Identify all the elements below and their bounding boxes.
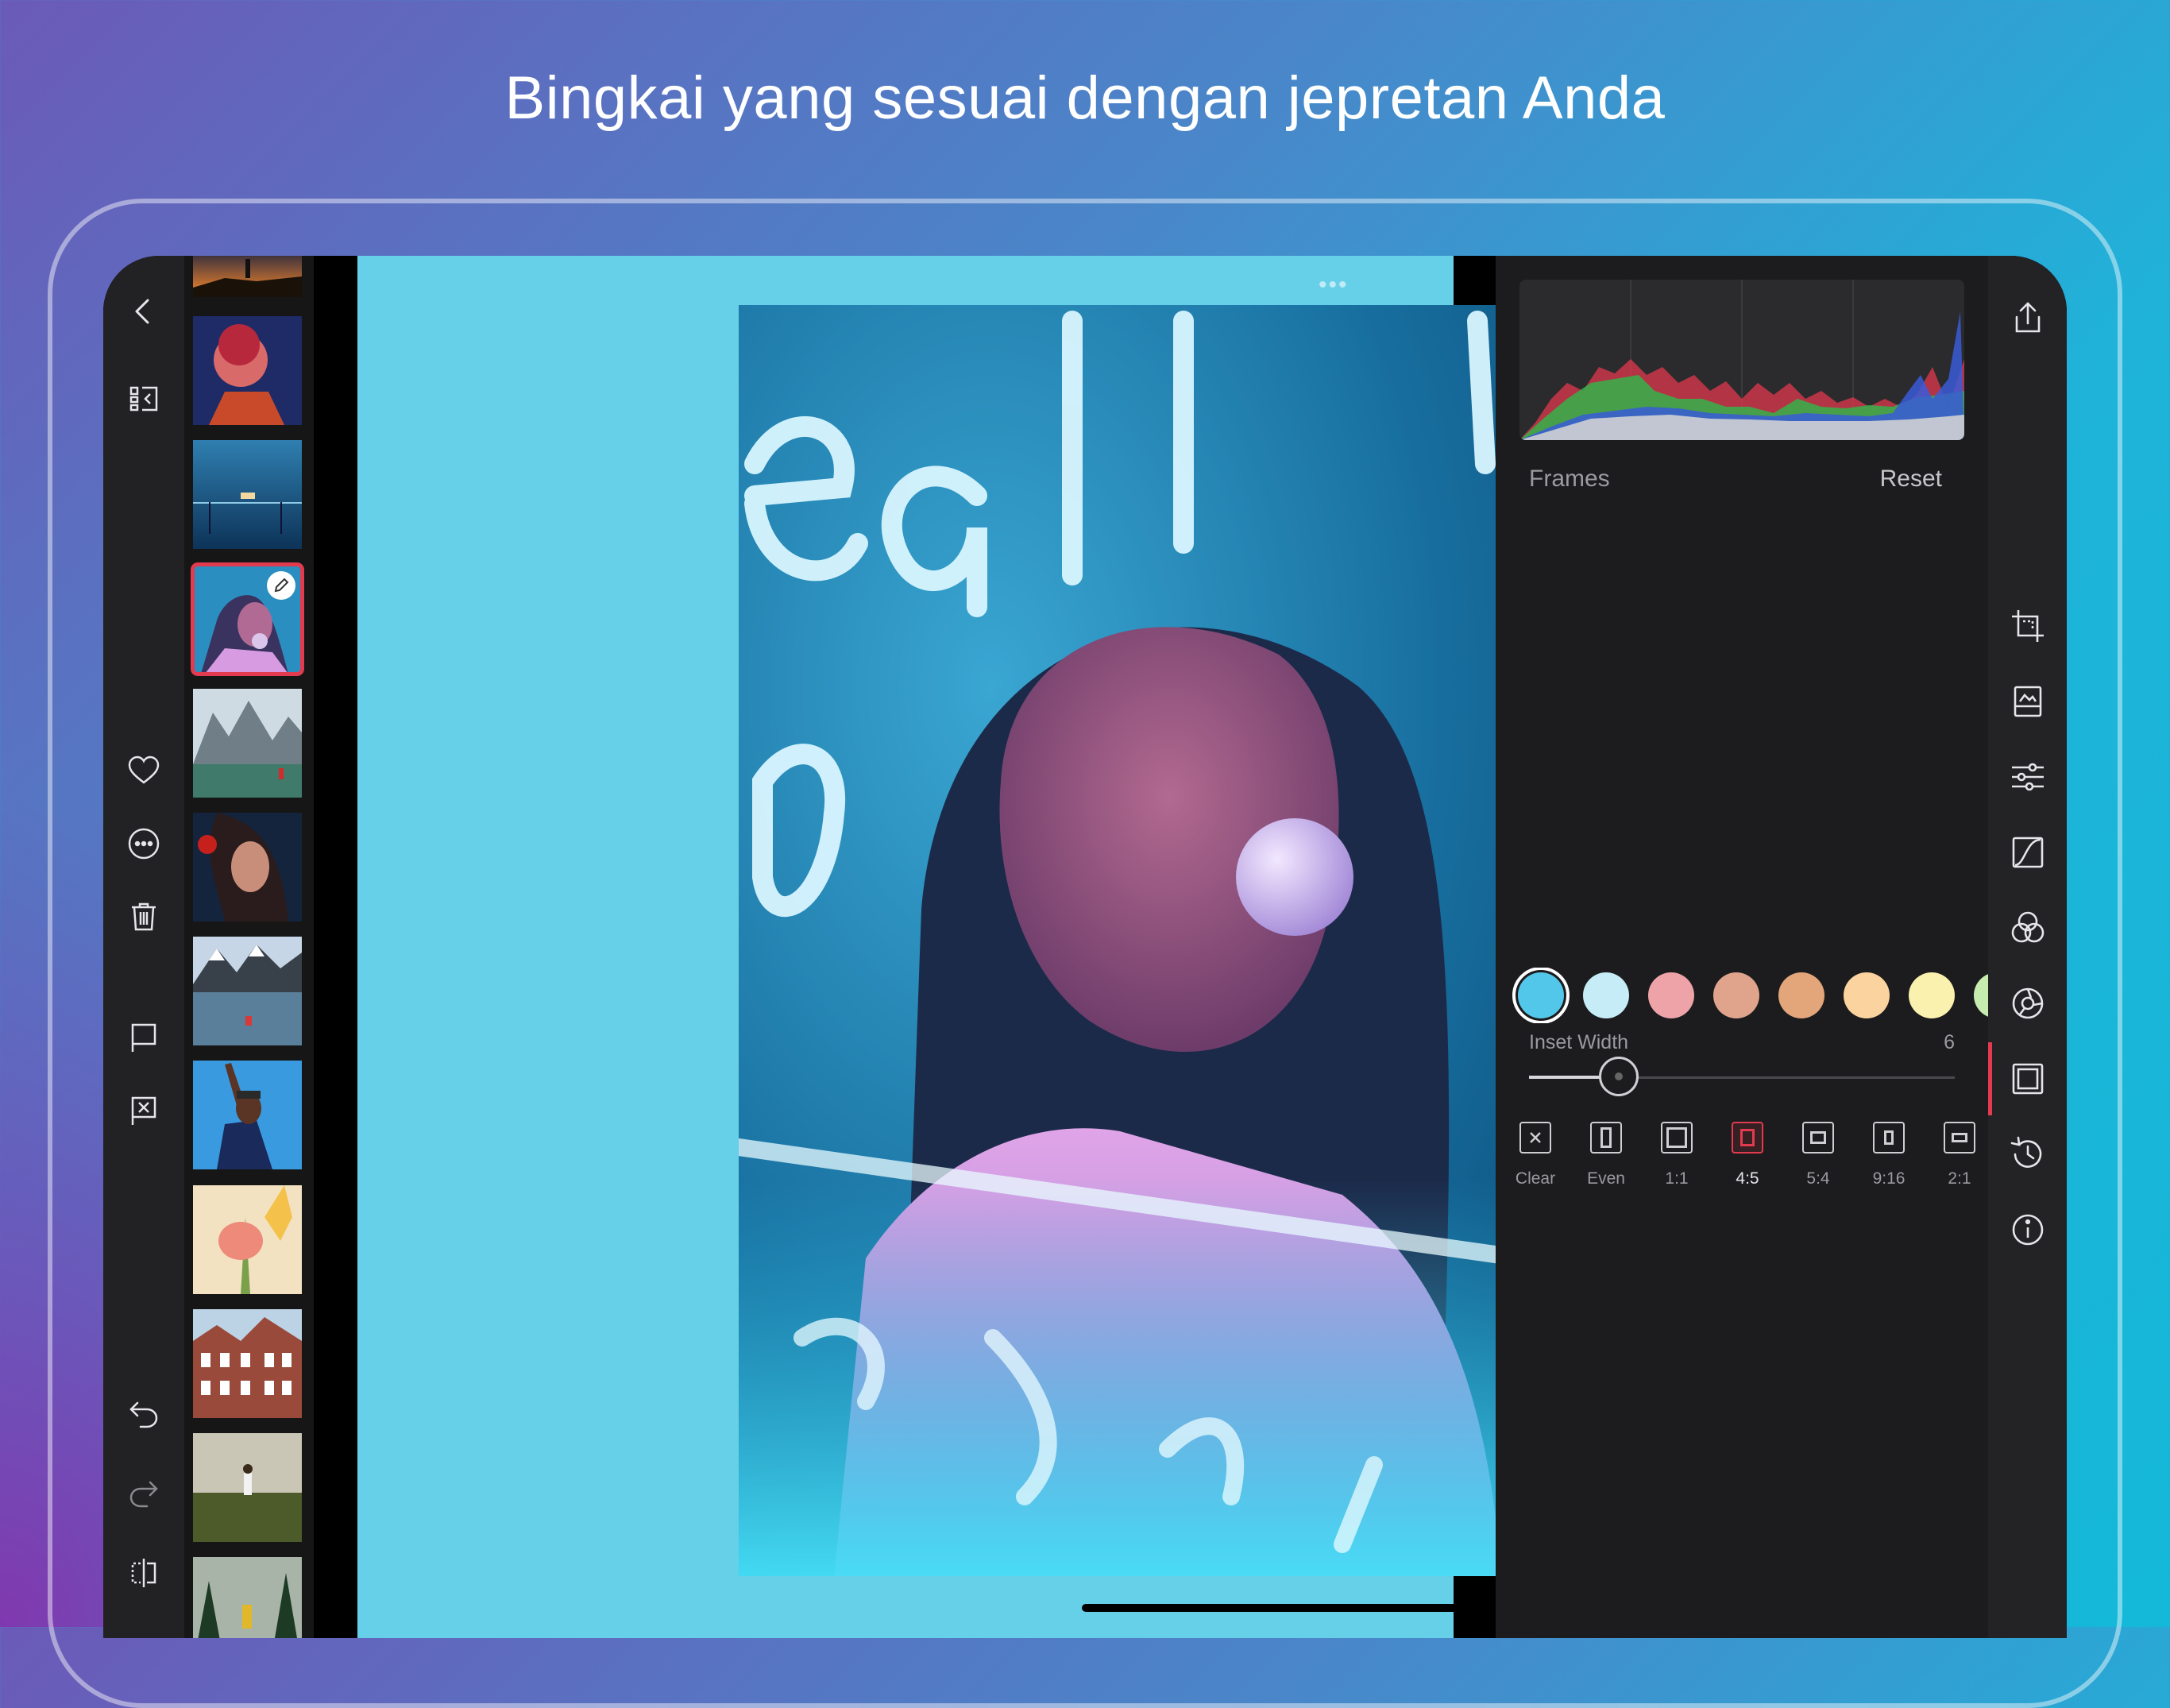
curves-icon[interactable] [2005, 829, 2051, 875]
frame-ratio-label: Clear [1515, 1169, 1556, 1188]
thumbnail[interactable] [193, 937, 302, 1045]
active-tool-indicator [1988, 1042, 1992, 1115]
color-swatch[interactable] [1974, 972, 1988, 1018]
frame-4-5-icon [1732, 1122, 1763, 1153]
history-icon[interactable] [2005, 1131, 2051, 1177]
adjustments-icon[interactable] [2005, 754, 2051, 800]
frame-ratio-clear[interactable]: Clear [1504, 1122, 1567, 1188]
frame-2-1-icon [1944, 1122, 1975, 1153]
drag-handle[interactable]: ••• [1319, 272, 1349, 299]
color-swatch[interactable] [1909, 972, 1955, 1018]
frame-ratio-label: Even [1587, 1169, 1625, 1188]
frame-9-16-icon [1873, 1122, 1905, 1153]
thumbnail[interactable] [193, 256, 302, 297]
frame-ratio-even[interactable]: Even [1574, 1122, 1638, 1188]
reject-flag-icon[interactable] [120, 1087, 168, 1134]
library-icon[interactable] [120, 375, 168, 423]
frames-icon[interactable] [2005, 1056, 2051, 1102]
frame-ratio-label: 9:16 [1872, 1169, 1906, 1188]
color-swatch[interactable] [1583, 972, 1629, 1018]
section-title: Frames [1529, 466, 1610, 492]
more-icon[interactable] [120, 820, 168, 868]
crop-icon[interactable] [2005, 603, 2051, 649]
inset-width-slider[interactable] [1598, 1057, 1639, 1096]
export-icon[interactable] [2005, 296, 2051, 342]
color-swatch[interactable] [1713, 972, 1759, 1018]
frame-ratio-5-4[interactable]: 5:4 [1786, 1122, 1850, 1188]
frames-panel: Frames Reset Inset Width 6 Clear Even 1:1 4… [1496, 256, 1988, 1638]
info-icon[interactable] [2005, 1207, 2051, 1253]
redo-icon[interactable] [120, 1470, 168, 1517]
frame-1-1-icon [1661, 1122, 1693, 1153]
thumbnail[interactable] [193, 316, 302, 425]
lens-icon[interactable] [2005, 980, 2051, 1026]
clear-icon [1519, 1122, 1551, 1153]
color-swatch[interactable] [1844, 972, 1890, 1018]
photo-filmstrip [184, 256, 314, 1638]
app-screen: ••• Frames Reset Inset Width 6 Clear Eve… [103, 256, 2067, 1638]
inset-width-label: Inset Width [1529, 1031, 1629, 1053]
inset-width-value: 6 [1944, 1031, 1955, 1053]
back-icon[interactable] [120, 288, 168, 335]
thumbnail[interactable] [193, 1433, 302, 1542]
trash-icon[interactable] [120, 893, 168, 941]
left-toolbar [103, 256, 184, 1638]
thumbnail-selected[interactable] [191, 562, 304, 676]
frame-ratio-9-16[interactable]: 9:16 [1857, 1122, 1921, 1188]
frame-5-4-icon [1802, 1122, 1834, 1153]
frame-even-icon [1590, 1122, 1622, 1153]
frame-ratio-4-5[interactable]: 4:5 [1716, 1122, 1779, 1188]
edited-photo[interactable] [739, 305, 1579, 1576]
presets-icon[interactable] [2005, 678, 2051, 725]
thumbnail[interactable] [193, 813, 302, 922]
thumbnail[interactable] [193, 1185, 302, 1294]
thumbnail[interactable] [193, 689, 302, 798]
frame-ratio-label: 4:5 [1736, 1169, 1759, 1188]
thumbnail[interactable] [193, 1061, 302, 1169]
flag-icon[interactable] [120, 1014, 168, 1061]
thumbnail[interactable] [193, 1309, 302, 1418]
compare-icon[interactable] [120, 1549, 168, 1597]
right-toolbar [1988, 256, 2067, 1638]
color-swatch[interactable] [1648, 972, 1694, 1018]
undo-icon[interactable] [120, 1390, 168, 1438]
color-swatch[interactable] [1778, 972, 1824, 1018]
frame-ratio-label: 1:1 [1665, 1169, 1689, 1188]
headline: Bingkai yang sesuai dengan jepretan Anda [504, 64, 1666, 132]
thumbnail[interactable] [193, 1557, 302, 1638]
color-swatch[interactable] [1512, 968, 1570, 1023]
frame-ratio-2-1[interactable]: 2:1 [1928, 1122, 1991, 1188]
color-swatches [1512, 968, 1988, 1023]
frame-ratio-1-1[interactable]: 1:1 [1645, 1122, 1709, 1188]
histogram [1519, 280, 1964, 440]
frame-ratio-label: 5:4 [1806, 1169, 1830, 1188]
thumbnail[interactable] [193, 440, 302, 549]
color-mix-icon[interactable] [2005, 905, 2051, 951]
edited-badge [267, 571, 295, 600]
photo-canvas[interactable]: ••• [357, 256, 1598, 1638]
reset-button[interactable]: Reset [1880, 466, 1942, 493]
heart-icon[interactable] [120, 747, 168, 794]
frame-ratio-label: 2:1 [1948, 1169, 1971, 1188]
